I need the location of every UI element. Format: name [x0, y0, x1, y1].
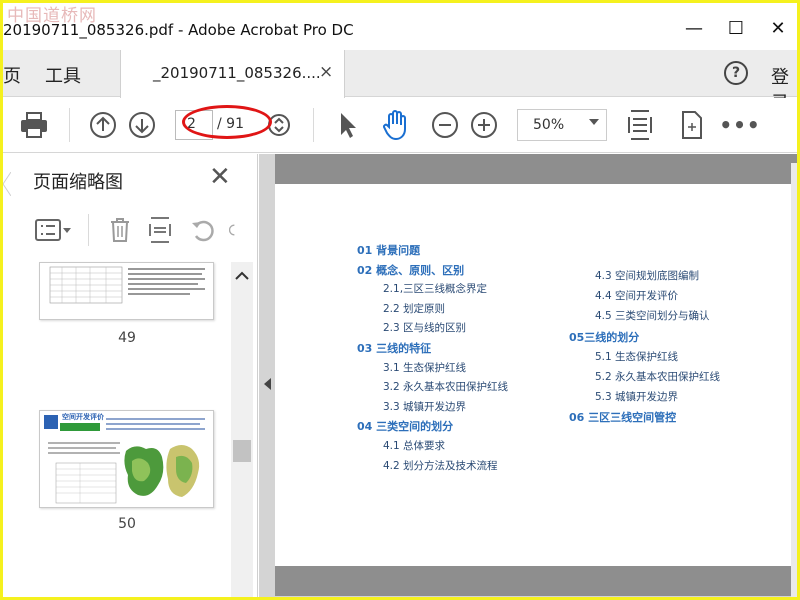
tab-bar: 页 工具 _20190711_085326.... × ? 登录 [3, 50, 797, 114]
panel-scrollbar[interactable] [231, 262, 253, 597]
toc-section-heading[interactable]: 04 三类空间的划分 [357, 418, 453, 434]
toc-subsection-item[interactable]: 2.2 划定原则 [383, 301, 445, 316]
toc-section-heading[interactable]: 06 三区三线空间管控 [569, 409, 676, 425]
panel-close-icon[interactable]: ✕ [209, 162, 231, 192]
tab-close-icon[interactable]: × [319, 62, 333, 82]
help-icon[interactable]: ? [724, 61, 748, 85]
tab-document[interactable]: _20190711_085326.... × [120, 50, 345, 98]
panel-notch [3, 171, 12, 197]
tab-document-label: _20190711_085326.... [153, 64, 321, 82]
select-cursor-icon[interactable] [335, 110, 361, 140]
print-icon[interactable] [17, 110, 51, 140]
minimize-button[interactable]: — [679, 16, 709, 40]
toc-section-heading[interactable]: 03 三线的特征 [357, 340, 431, 356]
document-view[interactable]: 01 背景问题 02 概念、原则、区别 2.1,三区三线概念界定 2.2 划定原则 2.… [259, 154, 797, 597]
extract-page-icon[interactable] [146, 216, 174, 244]
toc-subsection-item[interactable]: 5.3 城镇开发边界 [595, 389, 678, 404]
zoom-out-icon[interactable] [430, 110, 460, 140]
close-button[interactable]: ✕ [763, 16, 793, 40]
thumbnail-options-icon[interactable] [33, 216, 75, 244]
more-options-icon[interactable]: ••• [719, 110, 759, 140]
page-bottom-band [275, 566, 797, 596]
toc-subsection-item[interactable]: 3.1 生态保护红线 [383, 360, 466, 375]
scroll-up-icon [235, 271, 249, 280]
rotate-left-icon[interactable] [189, 216, 217, 244]
toc-subsection-item[interactable]: 2.3 区与线的区别 [383, 320, 466, 335]
toc-subsection-item[interactable]: 4.1 总体要求 [383, 438, 445, 453]
toc-subsection-item[interactable]: 4.3 空间规划底图编制 [595, 268, 699, 283]
rotate-page-icon[interactable] [677, 110, 707, 140]
thumbnail-page-49[interactable] [39, 262, 214, 320]
acrobat-window: 中国道桥网 20190711_085326.pdf - Adobe Acroba… [3, 3, 797, 597]
thumbnails-panel: 页面缩略图 ✕ 49 空间开发评价 50 [3, 154, 258, 597]
thumbnail-page-number: 49 [118, 330, 136, 346]
toc-subsection-item[interactable]: 5.2 永久基本农田保护红线 [595, 369, 720, 384]
toc-subsection-item[interactable]: 3.3 城镇开发边界 [383, 399, 466, 414]
title-bar: 20190711_085326.pdf - Adobe Acrobat Pro … [3, 3, 797, 50]
tab-tools[interactable]: 工具 [45, 62, 81, 88]
thumbnail-page-number: 50 [118, 516, 136, 532]
delete-page-icon[interactable] [106, 216, 134, 244]
zoom-level-select[interactable]: 50% [517, 109, 607, 141]
document-scrollbar[interactable] [791, 163, 797, 597]
document-page: 01 背景问题 02 概念、原则、区别 2.1,三区三线概念界定 2.2 划定原则 2.… [275, 184, 797, 566]
panel-scrollbar-thumb[interactable] [233, 440, 251, 462]
toc-section-heading[interactable]: 05三线的划分 [569, 329, 639, 345]
toc-subsection-item[interactable]: 4.5 三类空间划分与确认 [595, 308, 710, 323]
toc-section-heading[interactable]: 01 背景问题 [357, 242, 420, 258]
watermark: 中国道桥网 [7, 6, 97, 26]
zoom-in-icon[interactable] [469, 110, 499, 140]
toc-subsection-item[interactable]: 4.4 空间开发评价 [595, 288, 678, 303]
chevron-down-icon[interactable] [589, 119, 599, 125]
toc-section-heading[interactable]: 02 概念、原则、区别 [357, 262, 464, 278]
red-annotation-ellipse [182, 105, 272, 139]
maximize-button[interactable]: ☐ [721, 16, 751, 40]
page-top-band [275, 154, 797, 184]
previous-page-icon[interactable] [87, 110, 119, 140]
toolbar: 2 / 91 50% ••• [3, 98, 797, 153]
tab-home[interactable]: 页 [3, 62, 21, 88]
toc-subsection-item[interactable]: 4.2 划分方法及技术流程 [383, 458, 498, 473]
next-page-icon[interactable] [126, 110, 158, 140]
thumbnail-page-50[interactable]: 空间开发评价 [39, 410, 214, 508]
hand-tool-icon[interactable] [379, 110, 413, 141]
toc-subsection-item[interactable]: 3.2 永久基本农田保护红线 [383, 379, 508, 394]
toc-subsection-item[interactable]: 5.1 生态保护红线 [595, 349, 678, 364]
toc-subsection-item[interactable]: 2.1,三区三线概念界定 [383, 281, 487, 296]
panel-title: 页面缩略图 [33, 172, 123, 193]
fit-page-icon[interactable] [625, 110, 655, 140]
rotate-right-icon[interactable] [229, 216, 243, 244]
thumbnail-heading-text: 空间开发评价 [62, 413, 104, 421]
collapse-panel-icon[interactable] [264, 378, 271, 390]
